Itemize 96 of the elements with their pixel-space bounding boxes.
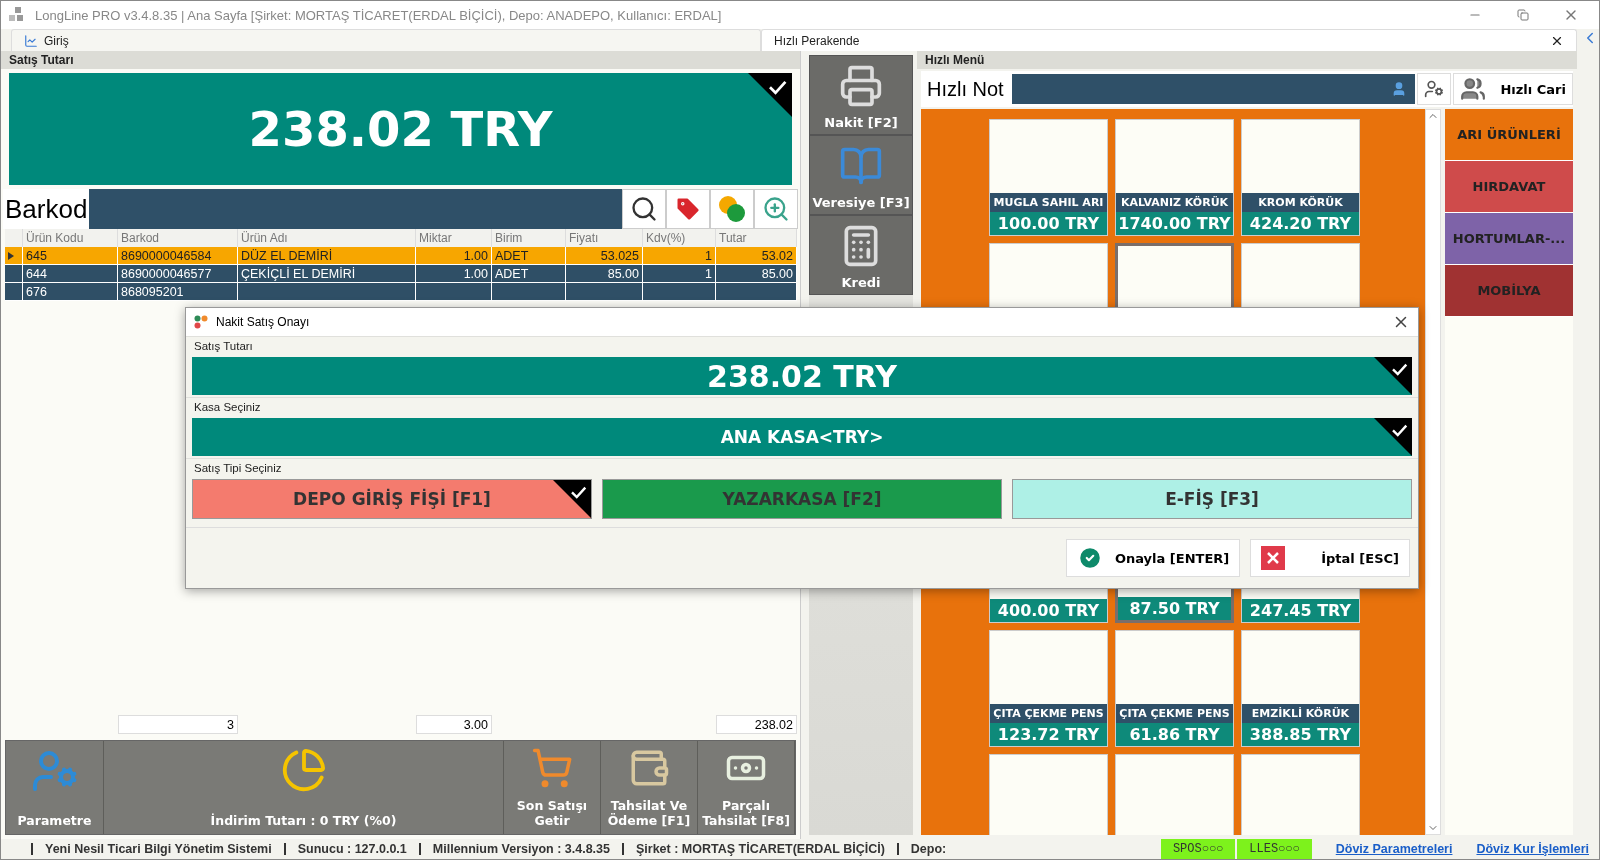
table-cell: 868095201	[118, 283, 238, 301]
cancel-button[interactable]: İptal [ESC]	[1250, 539, 1410, 577]
field-label: Satış Tutarı	[186, 336, 1418, 355]
tab[interactable]: Giriş	[11, 29, 761, 51]
status-item: Millennium Versiyon : 3.4.8.35	[418, 843, 622, 855]
sale-total-display: 238.02 TRY	[9, 73, 792, 185]
status-item: Yeni Nesil Ticari Bilgi Yönetim Sistemi	[31, 843, 284, 855]
currency-button[interactable]	[710, 189, 754, 229]
users-icon	[1460, 76, 1487, 102]
zoom-in-icon	[762, 195, 790, 223]
product-name: KALVANIZ KÖRÜK	[1116, 193, 1233, 212]
header-corner	[5, 229, 23, 247]
payment-button[interactable]: Veresiye [F3]	[809, 135, 913, 215]
cart-icon	[531, 747, 573, 789]
product-tile[interactable]: KROM KÖRÜK 424.20 TRY	[1241, 119, 1360, 236]
row-pointer-icon	[8, 252, 14, 260]
product-tile[interactable]: KALVANIZ KÖRÜK 1740.00 TRY	[1115, 119, 1234, 236]
barcode-field[interactable]	[89, 189, 622, 229]
product-tile[interactable]: ÇITA ÇEKME PENS 123.72 TRY	[989, 630, 1108, 747]
tab[interactable]: Hızlı Perakende	[761, 29, 1577, 51]
table-row[interactable]: 676 868095201	[5, 283, 796, 301]
product-tile[interactable]: MUGLA SAHIL ARI 100.00 TRY	[989, 119, 1108, 236]
chart-icon	[24, 33, 38, 48]
field-label: Kasa Seçiniz	[186, 397, 1418, 416]
column-header[interactable]: Ürün Adı	[238, 229, 416, 247]
column-header[interactable]: Barkod	[118, 229, 238, 247]
status-indicator: LLES○○○	[1237, 839, 1312, 859]
category-button[interactable]: HORTUMLAR-...	[1445, 213, 1573, 265]
column-header[interactable]: Tutar	[716, 229, 797, 247]
product-price: 1740.00 TRY	[1116, 212, 1233, 235]
product-price: 87.50 TRY	[1118, 597, 1231, 620]
tag-icon	[674, 195, 702, 223]
note-label: Hızlı Not	[926, 77, 1005, 101]
column-header[interactable]: Birim	[492, 229, 566, 247]
product-price: 400.00 TRY	[990, 599, 1107, 622]
total-field: 3.00	[416, 715, 492, 734]
product-name: KROM KÖRÜK	[1242, 193, 1359, 212]
price-tag-button[interactable]	[666, 189, 710, 229]
restore-icon	[1517, 9, 1529, 21]
product-price: 100.00 TRY	[990, 212, 1107, 235]
app-dots-icon	[194, 315, 208, 329]
zoom-button[interactable]	[754, 189, 798, 229]
note-field[interactable]	[1011, 74, 1416, 104]
status-indicator: SPOS○○○	[1160, 839, 1236, 859]
status-link[interactable]: Döviz Kur İşlemleri	[1476, 842, 1589, 856]
payment-button[interactable]: Kredi	[809, 215, 913, 295]
product-price: 424.20 TRY	[1242, 212, 1359, 235]
product-price: 123.72 TRY	[990, 723, 1107, 746]
pie-chart-icon	[280, 747, 327, 793]
confirm-button[interactable]: Onayla [ENTER]	[1065, 539, 1241, 577]
total-field: 238.02	[716, 715, 797, 734]
search-icon	[630, 195, 658, 223]
cross-icon	[1261, 546, 1286, 570]
barcode-label: Barkod	[3, 189, 89, 229]
column-header[interactable]: Fiyatı	[566, 229, 643, 247]
dialog-title: Nakit Satış Onayı	[216, 315, 311, 329]
table-row[interactable]: 644 8690000046577 ÇEKİÇLİ EL DEMİRİ 1.00 ADET 85.00 1 85.00	[5, 265, 796, 283]
field-label: Satış Tipi Seçiniz	[186, 458, 1418, 477]
status-link[interactable]: Döviz Parametreleri	[1335, 842, 1453, 856]
payment-button[interactable]: Nakit [F2]	[809, 55, 913, 135]
search-button[interactable]	[622, 189, 666, 229]
product-name: ÇITA ÇEKME PENS	[1116, 704, 1233, 723]
panel-title: Hızlı Menü	[917, 51, 1577, 69]
product-price: 247.45 TRY	[1242, 599, 1359, 622]
sale-type-button[interactable]: YAZARKASA [F2]	[602, 479, 1002, 519]
row-header-cell	[5, 283, 23, 301]
status-item: Depo:	[896, 843, 959, 855]
status-item: Sunucu : 127.0.0.1	[283, 843, 419, 855]
total-field: 3	[118, 715, 238, 734]
scrollbar[interactable]	[1425, 109, 1441, 835]
product-tile[interactable]: EMZİKLİ KÖRÜK 388.85 TRY	[1241, 630, 1360, 747]
product-price: 388.85 TRY	[1242, 723, 1359, 746]
table-row[interactable]: 645 8690000046584 DÜZ EL DEMİRİ 1.00 ADET 53.025 1 53.02	[5, 247, 796, 265]
sale-type-button[interactable]: E-FİŞ [F3]	[1012, 479, 1412, 519]
product-name: EMZİKLİ KÖRÜK	[1242, 704, 1359, 723]
product-name: ÇITA ÇEKME PENS	[990, 704, 1107, 723]
amount-display: 238.02 TRY	[192, 357, 1412, 395]
product-name: MUGLA SAHIL ARI	[990, 193, 1107, 212]
customer-key-button[interactable]	[1417, 73, 1452, 105]
panel-title: Satış Tutarı	[1, 51, 800, 69]
table-cell: 676	[23, 283, 118, 301]
checkmark-corner-icon	[553, 480, 591, 518]
coins-icon	[717, 194, 747, 224]
column-header[interactable]: Miktar	[416, 229, 492, 247]
product-tile[interactable]: ÇITA ÇEKME PENS 61.86 TRY	[1115, 630, 1234, 747]
register-selector[interactable]: ANA KASA<TRY>	[192, 418, 1412, 456]
column-header[interactable]: Ürün Kodu	[23, 229, 118, 247]
column-header[interactable]: Kdv(%)	[643, 229, 716, 247]
quick-customer-button[interactable]: Hızlı Cari	[1453, 73, 1573, 105]
category-button[interactable]: ARI ÜRÜNLERİ	[1445, 109, 1573, 161]
window-title: LongLine PRO v3.4.8.35 | Ana Sayfa [Şirket: MORTAŞ TİCARET(ERDAL BİÇİCİ), Depo: ANADEPO, Kullanıcı: ERDAL]	[35, 7, 723, 23]
category-button[interactable]: HIRDAVAT	[1445, 161, 1573, 213]
user-gear-icon	[1424, 79, 1445, 99]
product-price: 61.86 TRY	[1116, 723, 1233, 746]
sale-type-button[interactable]: DEPO GİRİŞ FİŞİ [F1]	[192, 479, 592, 519]
status-item: Şirket : MORTAŞ TİCARET(ERDAL BİÇİCİ)	[621, 843, 897, 855]
